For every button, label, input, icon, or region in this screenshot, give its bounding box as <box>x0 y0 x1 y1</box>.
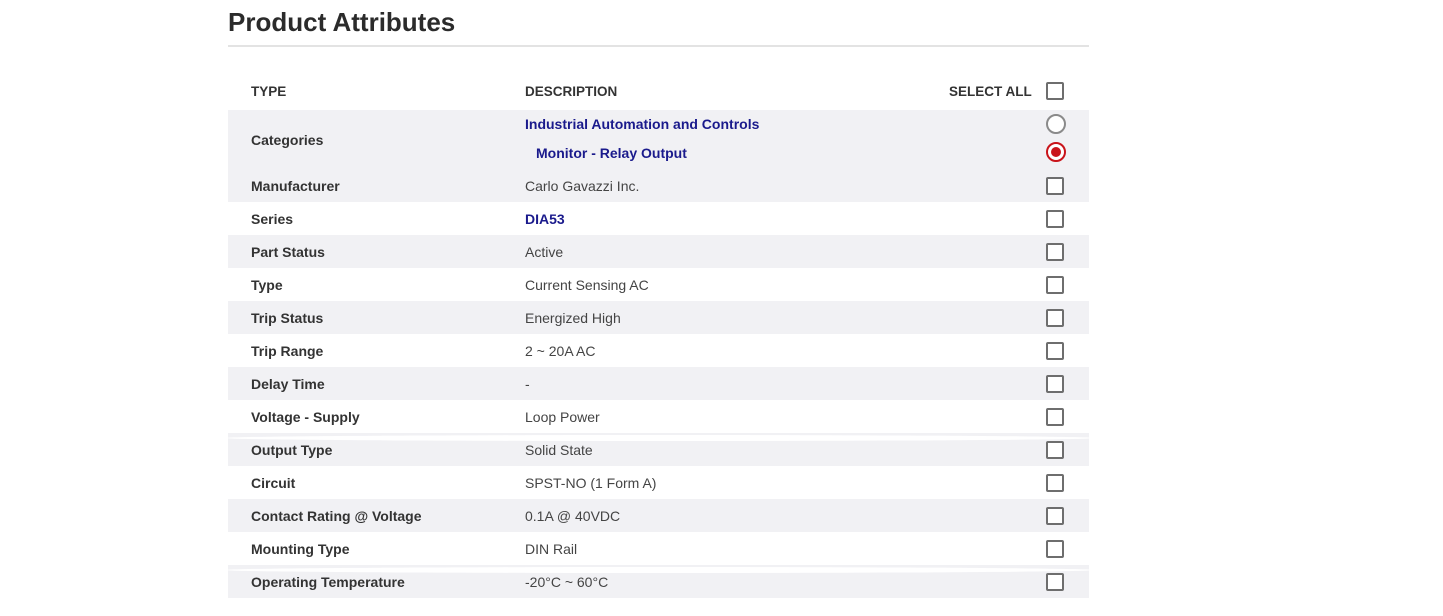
attributes-table: TYPE DESCRIPTION SELECT ALL Categories I… <box>228 72 1089 598</box>
row-select-checkbox[interactable] <box>1046 176 1064 195</box>
column-header-type: TYPE <box>251 83 287 99</box>
row-type-label: Type <box>251 276 283 293</box>
row-type-label: Circuit <box>251 474 296 491</box>
row-select-checkbox[interactable] <box>1046 407 1064 426</box>
table-row: Mounting Type DIN Rail <box>228 532 1089 565</box>
table-row: Type Current Sensing AC <box>228 268 1089 301</box>
row-type-label: Mounting Type <box>251 540 350 557</box>
row-select-checkbox[interactable] <box>1046 440 1064 459</box>
table-row: Voltage - Supply Loop Power <box>228 400 1089 433</box>
row-type-label: Categories <box>251 131 324 148</box>
row-description: SPST-NO (1 Form A) <box>525 474 657 491</box>
row-description: Carlo Gavazzi Inc. <box>525 177 640 194</box>
row-select-checkbox[interactable] <box>1046 572 1064 591</box>
row-description: - <box>525 375 530 392</box>
column-header-description: DESCRIPTION <box>525 83 618 99</box>
row-description-link[interactable]: DIA53 <box>525 211 565 227</box>
table-row: Series DIA53 <box>228 202 1089 235</box>
row-description: -20°C ~ 60°C <box>525 573 609 590</box>
table-row: Part Status Active <box>228 235 1089 268</box>
product-attributes-section: Product Attributes TYPE DESCRIPTION SELE… <box>228 0 1089 598</box>
category-link-industrial-automation[interactable]: Industrial Automation and Controls <box>525 116 759 132</box>
row-select-checkbox[interactable] <box>1046 506 1064 525</box>
category-radio-monitor-relay-output[interactable] <box>1046 142 1066 162</box>
table-row: Contact Rating @ Voltage 0.1A @ 40VDC <box>228 499 1089 532</box>
row-type-label: Output Type <box>251 441 333 458</box>
row-description: Current Sensing AC <box>525 276 649 293</box>
select-all-label: SELECT ALL <box>949 83 1032 99</box>
row-description: 2 ~ 20A AC <box>525 342 596 359</box>
table-row-categories: Categories Industrial Automation and Con… <box>228 110 1089 169</box>
table-row: Circuit SPST-NO (1 Form A) <box>228 466 1089 499</box>
row-type-label: Operating Temperature <box>251 573 405 590</box>
row-select-checkbox[interactable] <box>1046 209 1064 228</box>
row-description: Energized High <box>525 309 621 326</box>
table-header: TYPE DESCRIPTION SELECT ALL <box>228 72 1089 110</box>
row-type-label: Delay Time <box>251 375 325 392</box>
row-description: Solid State <box>525 441 593 458</box>
row-description: Active <box>525 243 564 260</box>
row-select-checkbox[interactable] <box>1046 539 1064 558</box>
row-type-label: Contact Rating @ Voltage <box>251 507 422 524</box>
row-type-label: Voltage - Supply <box>251 408 360 425</box>
row-description: DIN Rail <box>525 540 578 557</box>
row-type-label: Series <box>251 210 294 227</box>
row-description: 0.1A @ 40VDC <box>525 507 621 524</box>
row-type-label: Trip Range <box>251 342 324 359</box>
table-row: Trip Range 2 ~ 20A AC <box>228 334 1089 367</box>
page-title: Product Attributes <box>228 0 1089 47</box>
row-select-checkbox[interactable] <box>1046 341 1064 360</box>
table-row: Delay Time - <box>228 367 1089 400</box>
row-type-label: Manufacturer <box>251 177 340 194</box>
row-description: Loop Power <box>525 408 600 425</box>
row-select-checkbox[interactable] <box>1046 242 1064 261</box>
row-select-checkbox[interactable] <box>1046 275 1064 294</box>
row-select-checkbox[interactable] <box>1046 473 1064 492</box>
category-link-monitor-relay-output[interactable]: Monitor - Relay Output <box>536 145 687 161</box>
row-type-label: Part Status <box>251 243 325 260</box>
screenshot-tear-artifact <box>225 435 1095 441</box>
row-type-label: Trip Status <box>251 309 324 326</box>
table-row: Manufacturer Carlo Gavazzi Inc. <box>228 169 1089 202</box>
row-select-checkbox[interactable] <box>1046 374 1064 393</box>
row-select-checkbox[interactable] <box>1046 308 1064 327</box>
select-all-checkbox[interactable] <box>1046 82 1064 100</box>
table-row: Trip Status Energized High <box>228 301 1089 334</box>
category-radio-industrial-automation[interactable] <box>1046 114 1066 134</box>
screenshot-tear-artifact <box>225 567 1095 573</box>
